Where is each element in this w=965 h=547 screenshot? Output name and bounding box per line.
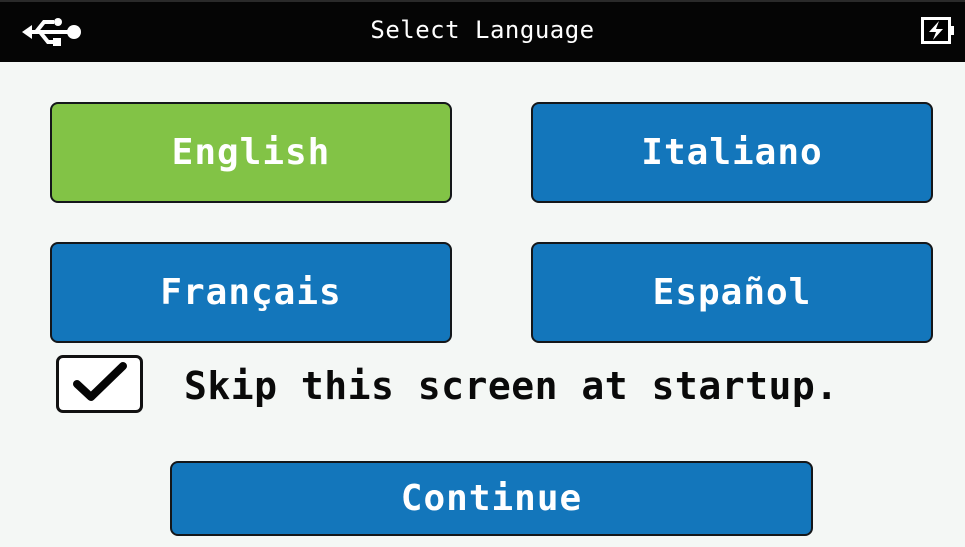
skip-startup-label[interactable]: Skip this screen at startup.	[184, 364, 839, 408]
language-label: Français	[160, 272, 342, 313]
continue-label: Continue	[400, 478, 583, 519]
checkmark-icon	[71, 360, 129, 408]
continue-button[interactable]: Continue	[170, 461, 813, 536]
language-label: English	[171, 132, 331, 173]
language-button-english[interactable]: English	[50, 102, 452, 203]
language-button-italiano[interactable]: Italiano	[531, 102, 933, 203]
language-label: Italiano	[641, 132, 823, 173]
header-bar: Select Language	[0, 0, 965, 62]
language-button-espanol[interactable]: Español	[531, 242, 933, 343]
language-select-screen: Select Language English Italiano Françai…	[0, 0, 965, 547]
language-button-francais[interactable]: Français	[50, 242, 452, 343]
skip-startup-checkbox[interactable]	[56, 355, 143, 413]
page-title: Select Language	[370, 16, 595, 44]
language-label: Español	[652, 272, 812, 313]
battery-charging-icon	[921, 17, 955, 44]
